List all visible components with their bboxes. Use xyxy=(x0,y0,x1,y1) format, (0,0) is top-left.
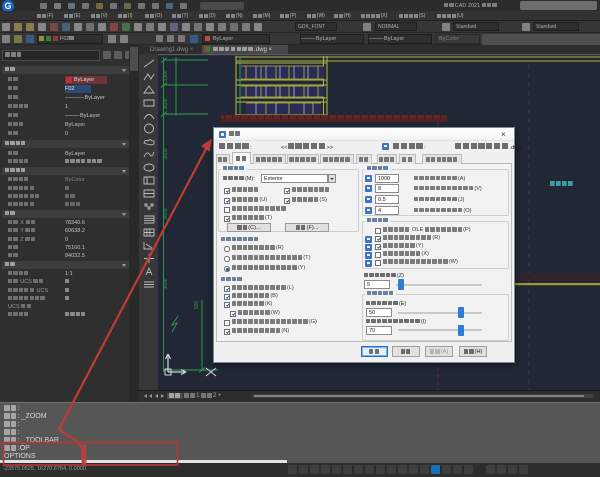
svg-text:3600: 3600 xyxy=(163,148,169,159)
svg-text:3600: 3600 xyxy=(163,278,169,289)
svg-text:3300: 3300 xyxy=(163,70,169,81)
svg-text:500: 500 xyxy=(194,301,200,310)
svg-text:3600: 3600 xyxy=(163,208,169,219)
svg-text:3600: 3600 xyxy=(163,98,169,109)
